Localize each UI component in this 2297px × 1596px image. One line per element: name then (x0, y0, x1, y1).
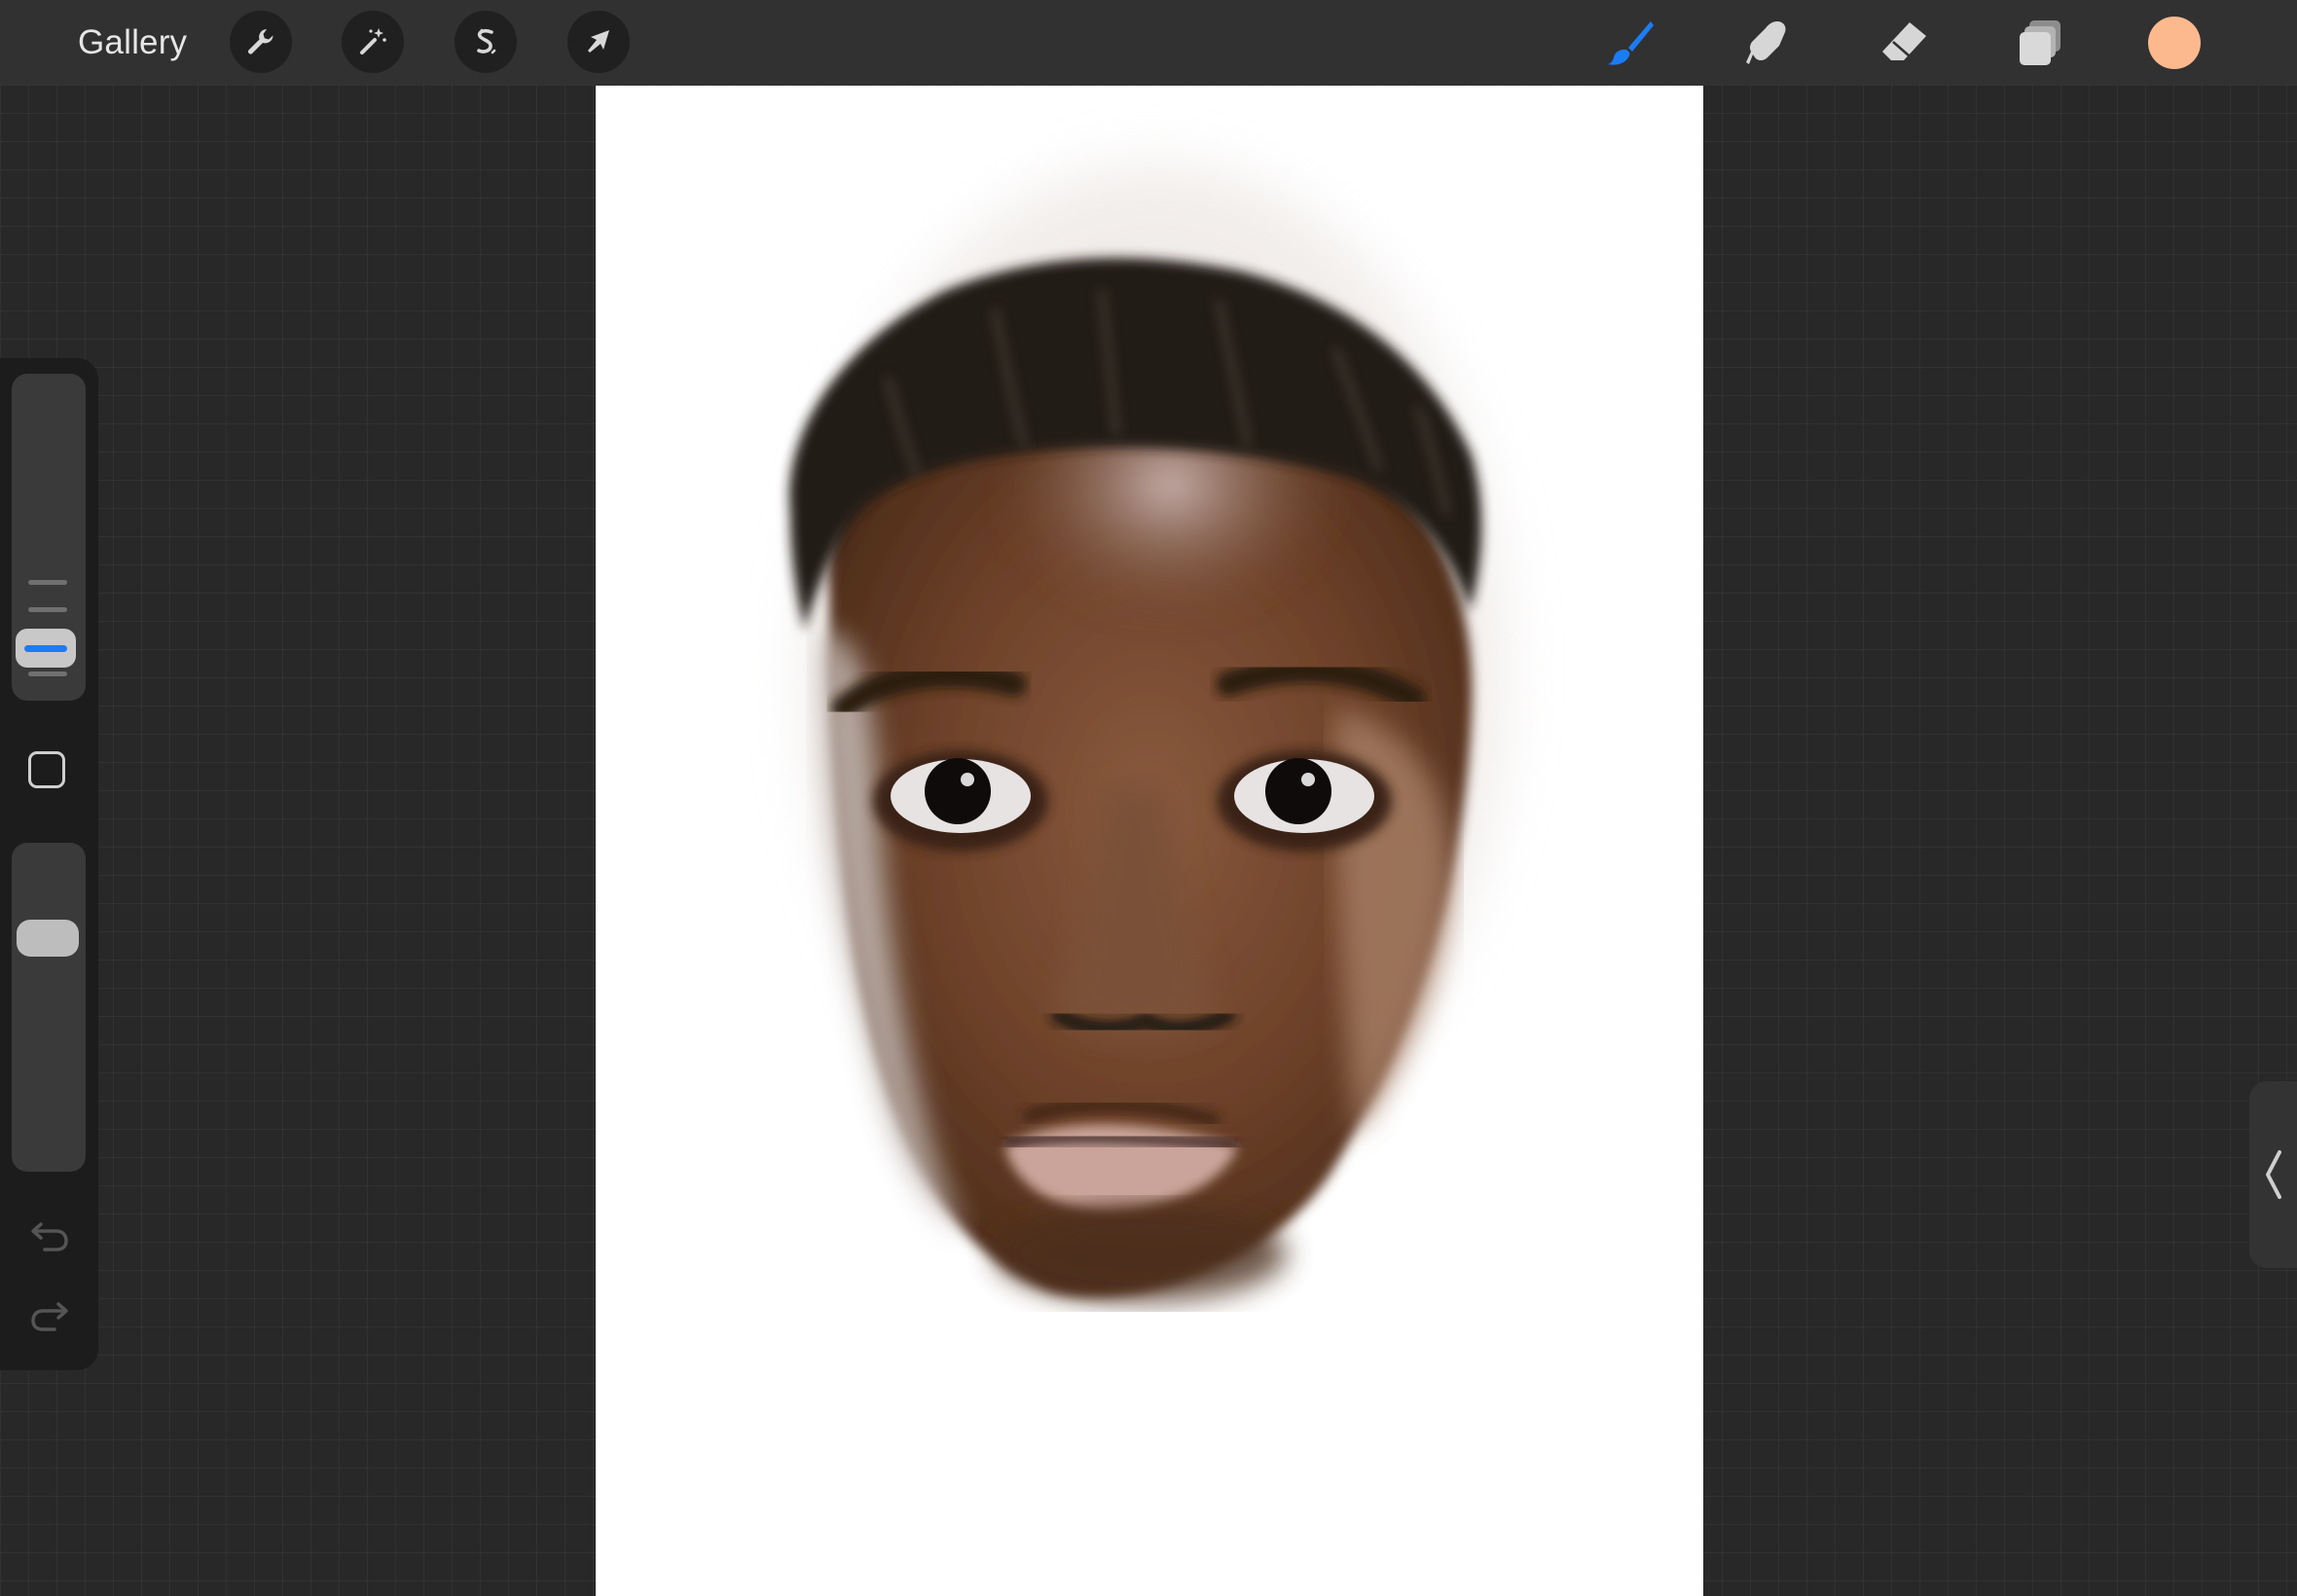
eraser-icon (1882, 22, 1926, 60)
brush-icon (1608, 21, 1654, 65)
slider-tick (28, 580, 67, 585)
reference-panel-tab[interactable] (2249, 1081, 2297, 1268)
actions-button[interactable] (230, 11, 292, 73)
selection-s-icon (477, 28, 496, 54)
brush-tool[interactable] (1602, 14, 1660, 72)
color-picker-button[interactable] (2148, 17, 2201, 69)
modify-button[interactable] (28, 751, 65, 788)
transform-button[interactable] (567, 11, 630, 73)
slider-thumb-indicator (24, 644, 67, 652)
brush-sidebar (0, 358, 98, 1370)
smudge-tool[interactable] (1739, 14, 1798, 72)
chevron-left-icon (2265, 1150, 2281, 1199)
brush-opacity-slider[interactable] (12, 843, 86, 1172)
layers-icon (2020, 20, 2060, 65)
slider-tick (28, 671, 67, 676)
eraser-tool[interactable] (1875, 14, 1933, 72)
wrench-icon (248, 29, 273, 54)
layers-tool[interactable] (2011, 14, 2069, 72)
top-toolbar: Gallery (0, 0, 2297, 85)
redo-icon[interactable] (27, 1296, 72, 1335)
magic-wand-icon (360, 28, 386, 54)
selection-button[interactable] (455, 11, 517, 73)
brush-size-slider[interactable] (12, 374, 86, 701)
portrait-painting (789, 163, 1506, 1302)
brush-size-slider-thumb[interactable] (16, 629, 76, 668)
undo-icon[interactable] (27, 1216, 72, 1255)
adjustments-button[interactable] (342, 11, 404, 73)
drawing-canvas[interactable] (596, 86, 1703, 1596)
gallery-button[interactable]: Gallery (78, 19, 187, 66)
smudge-finger-icon (1746, 21, 1786, 64)
slider-tick (28, 607, 67, 612)
arrow-cursor-icon (588, 30, 609, 53)
brush-opacity-slider-thumb[interactable] (17, 920, 79, 957)
